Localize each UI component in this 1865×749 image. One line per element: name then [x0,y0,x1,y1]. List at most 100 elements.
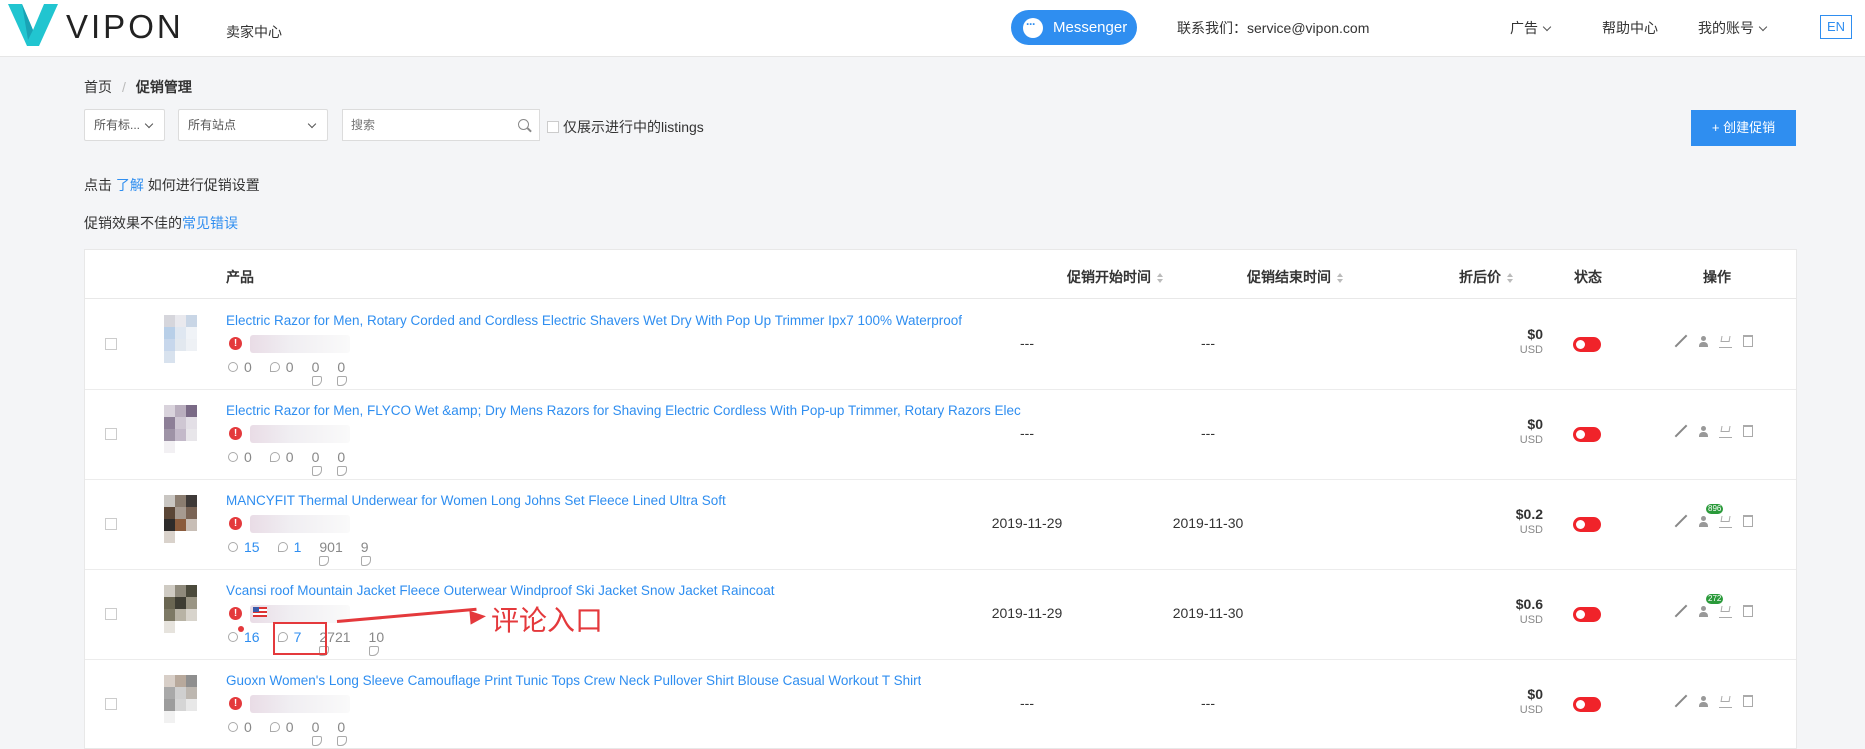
product-thumbnail[interactable] [164,585,198,643]
stat-dislikes: 9 [360,539,371,566]
cart-icon[interactable] [1719,424,1732,438]
thumb-pixel [175,315,186,327]
us-flag-icon [253,607,267,617]
stat-views[interactable]: 0 [228,449,252,465]
price-currency: USD [1519,344,1543,356]
status-toggle[interactable] [1573,517,1601,532]
discount-price: $0 USD [1520,326,1543,356]
thumb-pixel [186,687,197,699]
create-promotion-button[interactable]: + 创建促销 [1691,110,1796,146]
edit-icon[interactable] [1675,335,1688,348]
breadcrumb-current: 促销管理 [135,79,192,95]
breadcrumb-home[interactable]: 首页 [84,79,112,95]
stat-views-value: 0 [244,719,252,735]
stat-comments[interactable]: 1 [277,539,301,555]
cart-icon[interactable] [1719,604,1732,618]
status-toggle[interactable] [1573,337,1601,352]
cart-icon[interactable] [1719,694,1732,708]
cart-icon[interactable] [1719,334,1732,348]
only-active-toggle[interactable]: 仅展示进行中的listings [547,117,704,137]
vipon-logo[interactable] [8,4,58,46]
edit-icon[interactable] [1675,515,1688,528]
nav-account[interactable]: 我的账号 [1698,18,1768,38]
warning-icon[interactable]: ! [229,607,242,620]
warning-icon[interactable]: ! [229,517,242,530]
discount-price: $0.6 USD [1516,596,1543,626]
product-title-link[interactable]: Electric Razor for Men, Rotary Corded an… [226,313,962,328]
thumbs-down-icon [337,736,348,746]
edit-icon[interactable] [1675,425,1688,438]
search-input[interactable] [349,110,503,140]
edit-icon[interactable] [1675,695,1688,708]
nav-ads[interactable]: 广告 [1510,18,1552,38]
warning-icon[interactable]: ! [229,697,242,710]
price-amount: $0 [1527,326,1543,342]
trash-icon[interactable] [1743,695,1753,707]
edit-icon[interactable] [1675,605,1688,618]
stat-comments[interactable]: 0 [269,359,294,375]
warning-icon[interactable]: ! [229,427,242,440]
nav-help[interactable]: 帮助中心 [1602,18,1658,38]
thumb-pixel [186,585,197,597]
col-end-label: 促销结束时间 [1247,269,1331,285]
promotions-table: 产品 促销开始时间 促销结束时间 折后价 状态 操作 Electric Razo… [84,249,1797,749]
comment-icon [277,542,288,552]
stat-comments[interactable]: 0 [269,449,294,465]
cart-icon[interactable] [1719,514,1732,528]
only-active-checkbox[interactable] [547,121,559,133]
product-thumbnail[interactable] [164,405,198,463]
search-icon[interactable] [518,119,529,130]
tip-errors: 促销效果不佳的常见错误 [84,213,238,233]
thumb-pixel [164,339,175,351]
product-title-link[interactable]: Guoxn Women's Long Sleeve Camouflage Pri… [226,673,921,688]
stat-views[interactable]: 15 [228,539,260,555]
warning-icon[interactable]: ! [229,337,242,350]
col-price[interactable]: 折后价 [1459,267,1513,287]
product-thumbnail[interactable] [164,675,198,733]
user-icon[interactable]: 272 [1697,593,1724,618]
product-thumbnail[interactable] [164,495,198,553]
row-checkbox[interactable] [105,338,117,350]
row-checkbox[interactable] [105,698,117,710]
product-title-link[interactable]: Vcansi roof Mountain Jacket Fleece Outer… [226,583,775,598]
status-toggle[interactable] [1573,697,1601,712]
trash-icon[interactable] [1743,515,1753,527]
stat-views[interactable]: 0 [228,719,252,735]
status-toggle[interactable] [1573,427,1601,442]
tag-filter-select[interactable]: 所有标... [84,109,165,141]
stat-views[interactable]: 0 [228,359,252,375]
user-icon[interactable] [1697,695,1710,708]
thumb-pixel [186,597,197,609]
thumb-pixel [175,417,186,429]
product-thumbnail[interactable] [164,315,198,373]
thumbs-up-icon [319,556,330,566]
row-checkbox[interactable] [105,518,117,530]
product-title-link[interactable]: MANCYFIT Thermal Underwear for Women Lon… [226,493,726,508]
user-count-badge: 896 [1706,503,1724,514]
language-switch[interactable]: EN [1820,15,1852,39]
trash-icon[interactable] [1743,335,1753,347]
messenger-button[interactable]: Messenger [1011,10,1137,45]
stat-comments[interactable]: 0 [269,719,294,735]
user-icon[interactable] [1697,335,1710,348]
discount-price: $0 USD [1520,686,1543,716]
status-toggle[interactable] [1573,607,1601,622]
product-title-link[interactable]: Electric Razor for Men, FLYCO Wet &amp; … [226,403,1021,418]
learn-link[interactable]: 了解 [116,177,144,193]
col-start-time[interactable]: 促销开始时间 [1067,267,1163,287]
breadcrumb: 首页 / 促销管理 [84,77,192,97]
chevron-down-icon [307,119,317,129]
user-icon[interactable]: 896 [1697,503,1724,528]
row-checkbox[interactable] [105,608,117,620]
user-icon[interactable] [1697,425,1710,438]
col-end-time[interactable]: 促销结束时间 [1247,267,1343,287]
thumb-pixel [164,687,175,699]
stat-likes: 0 [311,449,322,476]
row-checkbox[interactable] [105,428,117,440]
trash-icon[interactable] [1743,425,1753,437]
common-errors-link[interactable]: 常见错误 [182,215,238,231]
site-filter-select[interactable]: 所有站点 [178,109,328,141]
stat-views[interactable]: 16 [228,629,260,645]
trash-icon[interactable] [1743,605,1753,617]
row-actions [1675,334,1753,348]
